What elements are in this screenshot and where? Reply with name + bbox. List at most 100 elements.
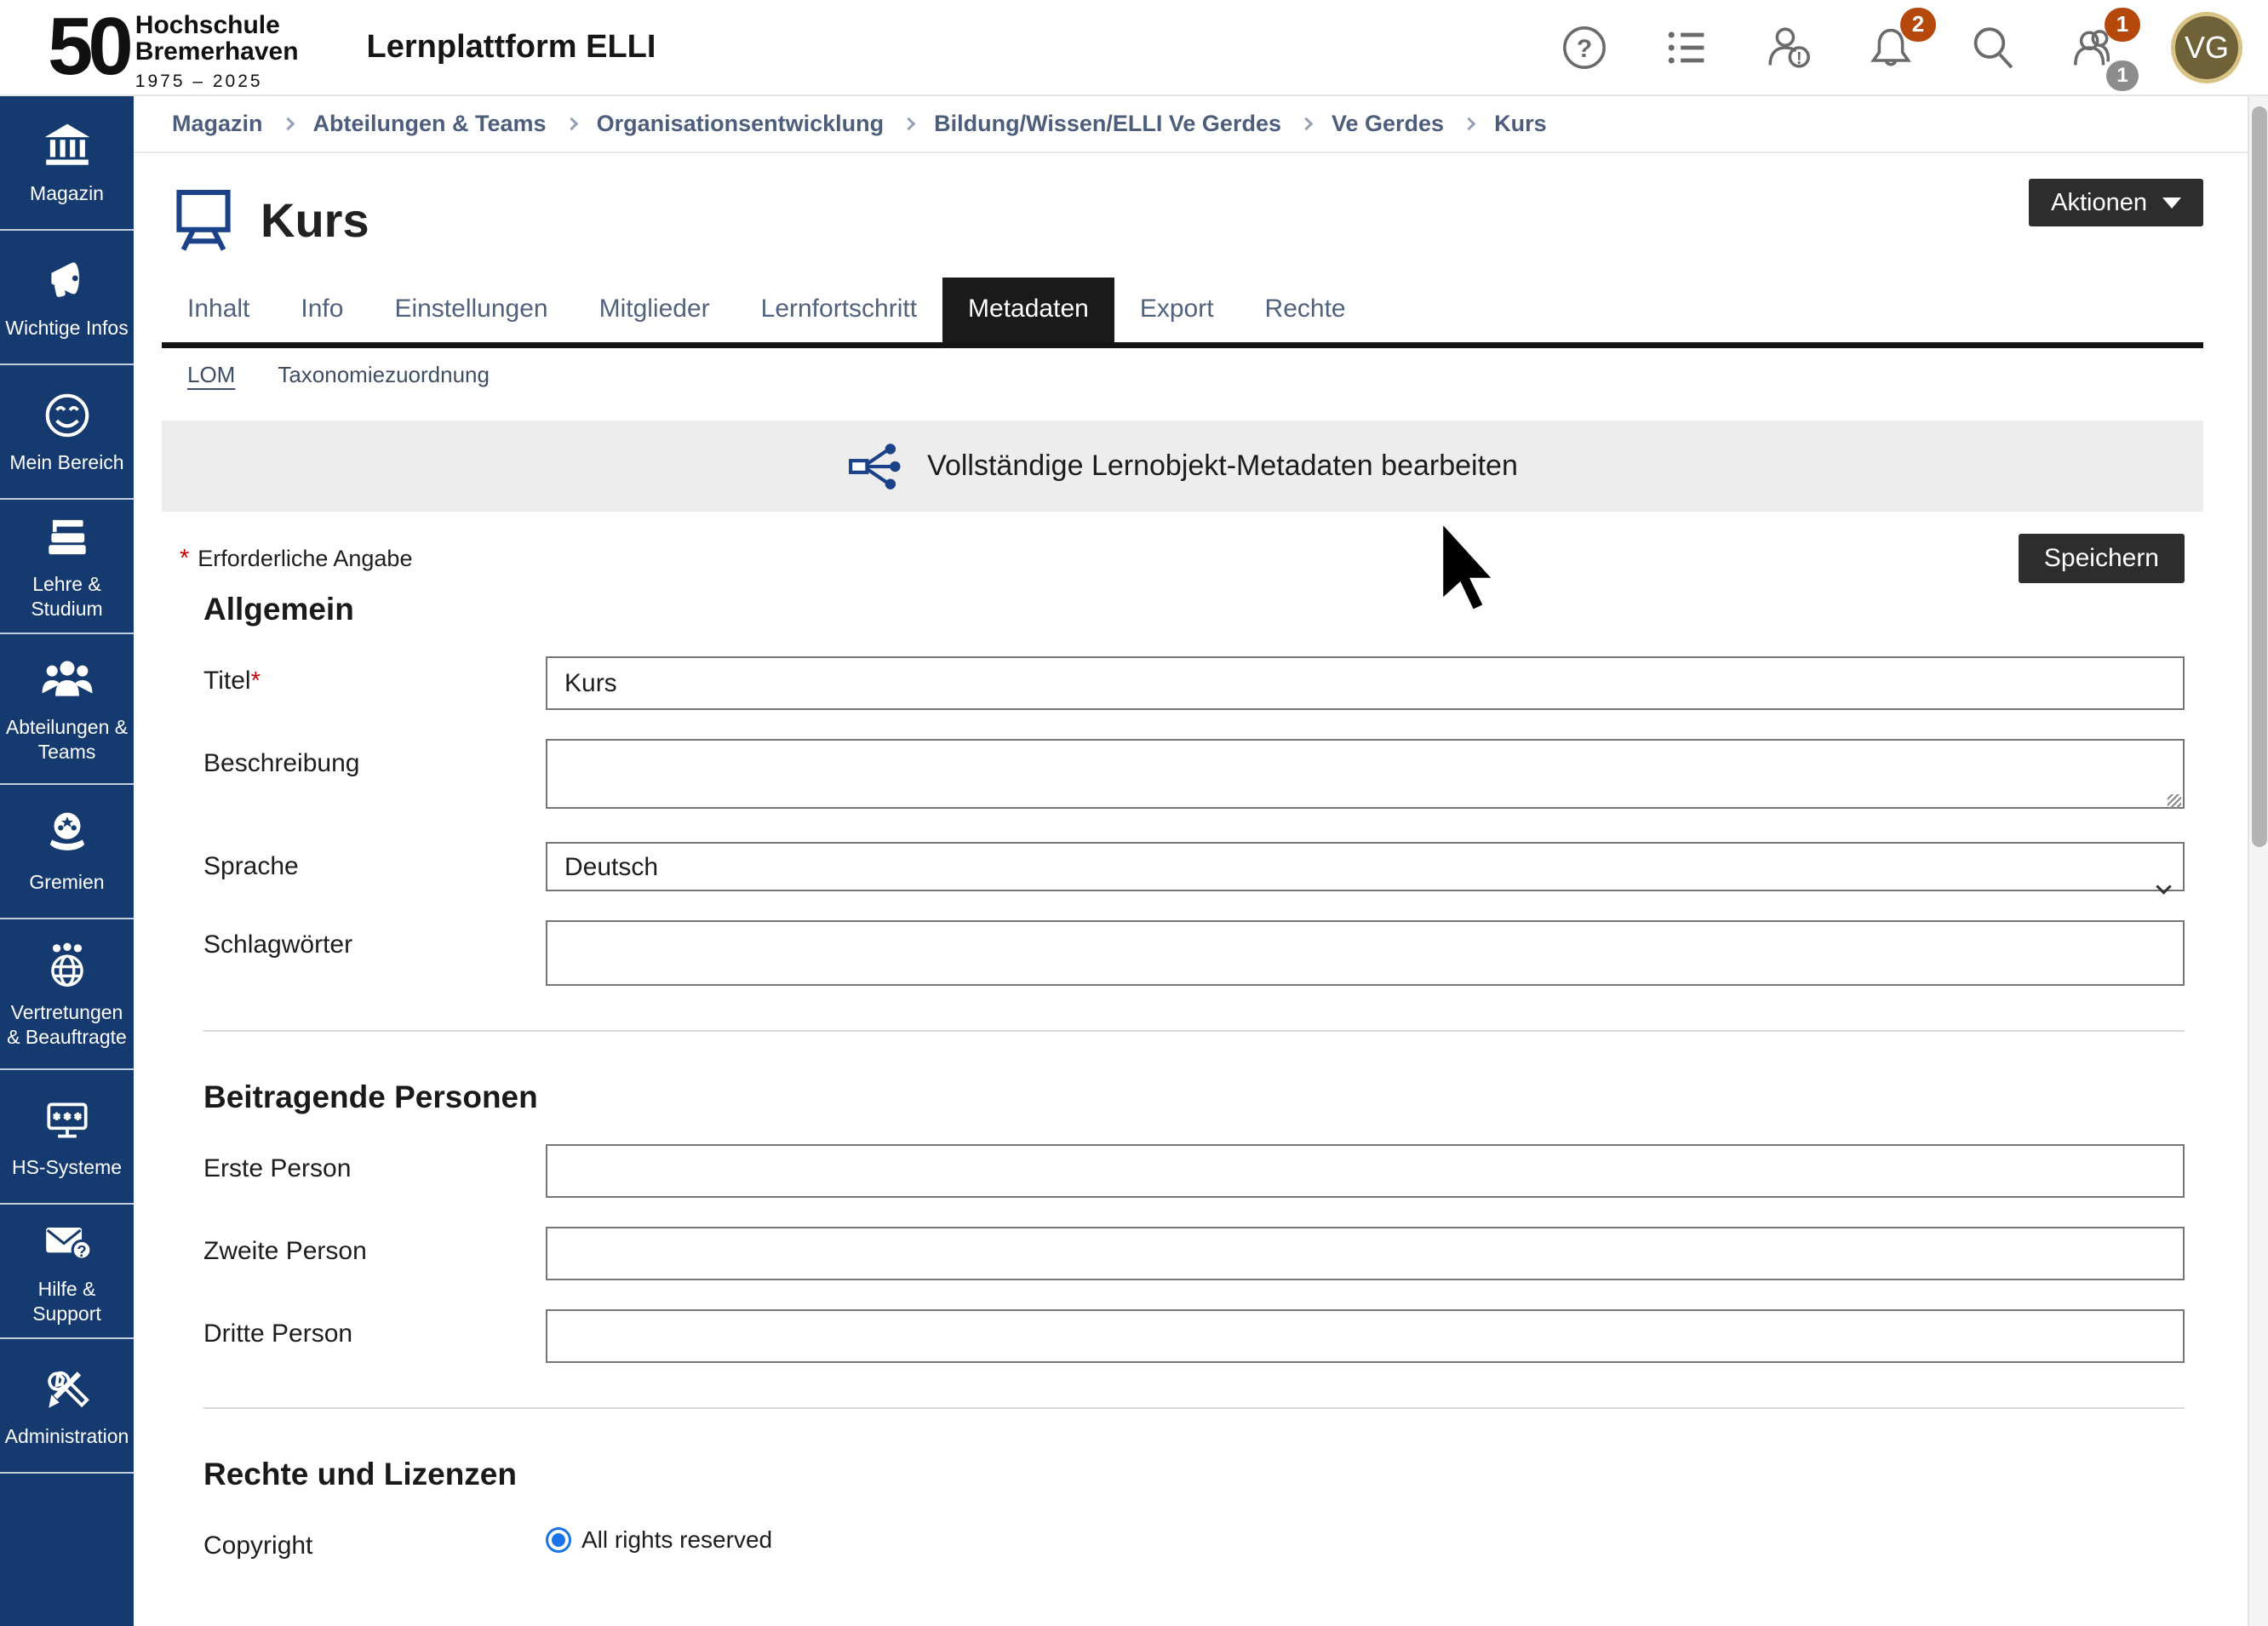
tab-rechte[interactable]: Rechte [1240, 278, 1372, 342]
copyright-radio[interactable] [546, 1527, 571, 1553]
sidebar-item-label: HS-Systeme [9, 1155, 125, 1180]
required-asterisk: * [251, 667, 261, 695]
sprache-label: Sprache [203, 842, 546, 891]
megaphone-icon [41, 255, 94, 307]
section-heading-beitragende: Beitragende Personen [203, 1079, 2185, 1115]
people-group-icon [41, 654, 94, 707]
required-hint: Erforderliche Angabe [198, 546, 412, 572]
sidebar-item-hs-systeme[interactable]: HS-Systeme [0, 1070, 134, 1205]
scrollbar-thumb[interactable] [2252, 106, 2267, 847]
tab-mitglieder[interactable]: Mitglieder [574, 278, 736, 342]
dritte-person-label: Dritte Person [203, 1309, 546, 1363]
notifications-badge: 2 [1900, 8, 1936, 42]
copyright-label: Copyright [203, 1521, 546, 1560]
form-row-sprache: Sprache Deutsch [203, 842, 2185, 891]
resize-grip-icon[interactable] [2168, 794, 2181, 808]
sidebar-item-lehre-studium[interactable]: Lehre & Studium [0, 500, 134, 634]
smiley-icon [41, 389, 94, 442]
sidebar-item-label: Wichtige Infos [2, 316, 131, 341]
beschreibung-textarea[interactable] [546, 739, 2185, 809]
page: 50 Hochschule Bremerhaven 1975 – 2025 Le… [0, 0, 2268, 1626]
contacts-badge-total: 1 [2106, 60, 2139, 91]
tab-einstellungen[interactable]: Einstellungen [369, 278, 573, 342]
sidebar-item-mein-bereich[interactable]: Mein Bereich [0, 365, 134, 500]
contacts-icon[interactable]: 1 1 [2069, 21, 2122, 74]
svg-text:?: ? [77, 1242, 86, 1260]
section-heading-allgemein: Allgemein [203, 592, 2185, 627]
scrollbar[interactable] [2248, 96, 2268, 1626]
sidebar-item-abteilungen-teams[interactable]: Abteilungen & Teams [0, 634, 134, 785]
form-row-dritte-person: Dritte Person [203, 1309, 2185, 1363]
sidebar-item-hilfe-support[interactable]: ? Hilfe & Support [0, 1205, 134, 1339]
search-icon[interactable] [1967, 21, 2019, 74]
header-icon-bar: ? ! [1558, 12, 2242, 83]
logo-50-text: 50 [48, 10, 129, 83]
copyright-radio-label: All rights reserved [581, 1526, 772, 1554]
tab-info[interactable]: Info [275, 278, 369, 342]
sidebar-item-gremien[interactable]: Gremien [0, 785, 134, 919]
sidebar-item-label: Vertretungen & Beauftragte [0, 1000, 134, 1050]
help-icon[interactable]: ? [1558, 21, 1611, 74]
sidebar-item-administration[interactable]: Administration [0, 1339, 134, 1474]
chevron-right-icon [1300, 117, 1314, 131]
notifications-bell-icon[interactable]: 2 [1864, 21, 1917, 74]
tab-bar: Inhalt Info Einstellungen Mitglieder Ler… [162, 278, 2203, 348]
save-button[interactable]: Speichern [2019, 534, 2185, 583]
sidebar-item-label: Mein Bereich [6, 450, 127, 475]
monitor-icon [41, 1094, 94, 1147]
sidebar-item-label: Lehre & Studium [0, 572, 134, 621]
actions-button[interactable]: Aktionen [2029, 179, 2203, 226]
sidebar-item-vertretungen-beauftragte[interactable]: Vertretungen & Beauftragte [0, 919, 134, 1070]
sidebar-item-label: Gremien [26, 870, 107, 895]
avatar[interactable]: VG [2171, 12, 2242, 83]
breadcrumb-link-organisationsentwicklung[interactable]: Organisationsentwicklung [597, 111, 885, 137]
section-divider [203, 1407, 2185, 1409]
globe-people-icon [41, 939, 94, 992]
sidebar-item-label: Hilfe & Support [0, 1277, 134, 1326]
sidebar-item-magazin[interactable]: Magazin [0, 96, 134, 231]
erste-person-input[interactable] [546, 1144, 2185, 1198]
sprache-select[interactable]: Deutsch [546, 842, 2185, 891]
svg-text:!: ! [1796, 49, 1802, 68]
required-asterisk: * [180, 545, 189, 573]
subtab-taxonomiezuordnung[interactable]: Taxonomiezuordnung [278, 362, 490, 388]
sidebar-item-wichtige-infos[interactable]: Wichtige Infos [0, 231, 134, 365]
zweite-person-input[interactable] [546, 1227, 2185, 1280]
zweite-person-label: Zweite Person [203, 1227, 546, 1280]
form-row-schlagwoerter: Schlagwörter [203, 920, 2185, 986]
form-row-zweite-person: Zweite Person [203, 1227, 2185, 1280]
tab-inhalt[interactable]: Inhalt [162, 278, 275, 342]
copyright-radio-row: All rights reserved [546, 1521, 2185, 1554]
schlagwoerter-input[interactable] [546, 920, 2185, 986]
top-header: 50 Hochschule Bremerhaven 1975 – 2025 Le… [0, 0, 2268, 96]
page-title-row: Kurs Aktionen [172, 184, 2203, 255]
envelope-question-icon: ? [41, 1216, 94, 1268]
course-board-icon [172, 184, 235, 255]
tab-lernfortschritt[interactable]: Lernfortschritt [736, 278, 942, 342]
breadcrumb-link-bildung-wissen[interactable]: Bildung/Wissen/ELLI Ve Gerdes [934, 111, 1281, 137]
breadcrumb-link-magazin[interactable]: Magazin [172, 111, 263, 137]
svg-text:?: ? [1577, 34, 1592, 62]
dritte-person-input[interactable] [546, 1309, 2185, 1363]
edit-full-metadata-banner[interactable]: Vollständige Lernobjekt-Metadaten bearbe… [162, 421, 2203, 512]
user-status-icon[interactable]: ! [1762, 21, 1815, 74]
sidebar-filler [0, 1474, 134, 1626]
chevron-right-icon [902, 117, 916, 131]
tab-export[interactable]: Export [1114, 278, 1240, 342]
university-logo[interactable]: 50 Hochschule Bremerhaven 1975 – 2025 [48, 0, 299, 94]
form-row-erste-person: Erste Person [203, 1144, 2185, 1198]
section-heading-rechte: Rechte und Lizenzen [203, 1457, 2185, 1492]
subtab-lom[interactable]: LOM [187, 362, 235, 388]
logo-years: 1975 – 2025 [135, 68, 299, 94]
list-menu-icon[interactable] [1660, 21, 1713, 74]
beschreibung-label: Beschreibung [203, 739, 546, 813]
breadcrumb-link-abteilungen[interactable]: Abteilungen & Teams [313, 111, 547, 137]
titel-input[interactable] [546, 656, 2185, 710]
subtab-bar: LOM Taxonomiezuordnung [187, 362, 2248, 388]
tab-metadaten[interactable]: Metadaten [942, 278, 1114, 342]
sidebar-item-label: Administration [2, 1424, 133, 1449]
erste-person-label: Erste Person [203, 1144, 546, 1198]
breadcrumb-link-kurs[interactable]: Kurs [1494, 111, 1547, 137]
edit-full-metadata-label: Vollständige Lernobjekt-Metadaten bearbe… [927, 449, 1518, 483]
breadcrumb-link-ve-gerdes[interactable]: Ve Gerdes [1332, 111, 1444, 137]
